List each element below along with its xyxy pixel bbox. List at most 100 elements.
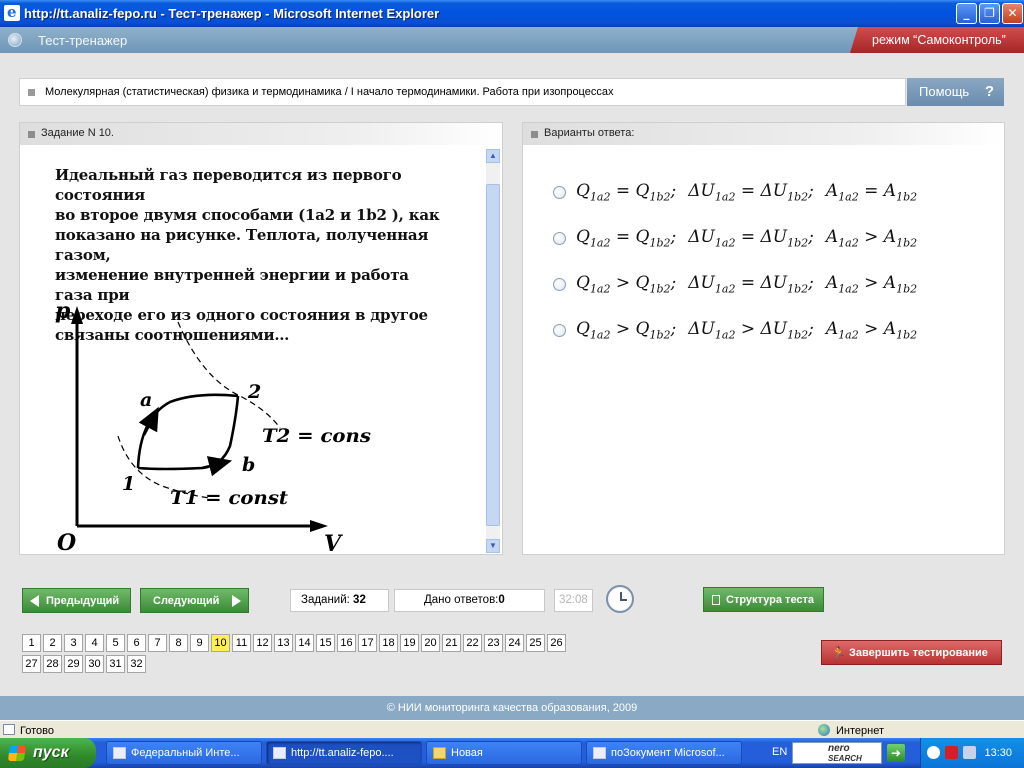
question-number-button[interactable]: 1 bbox=[22, 634, 41, 652]
question-number-button[interactable]: 32 bbox=[127, 655, 146, 673]
path-a-arrow bbox=[138, 406, 159, 436]
minimize-button[interactable]: _ bbox=[956, 3, 977, 24]
question-number-button[interactable]: 28 bbox=[43, 655, 62, 673]
search-go-button[interactable]: ➜ bbox=[887, 744, 905, 762]
back-icon[interactable] bbox=[927, 746, 940, 759]
next-button[interactable]: Следующий bbox=[140, 588, 249, 613]
question-number-button[interactable]: 10 bbox=[211, 634, 230, 652]
path-b-arrow bbox=[201, 456, 233, 477]
question-number-button[interactable]: 3 bbox=[64, 634, 83, 652]
scroll-up-icon[interactable]: ▲ bbox=[486, 149, 500, 163]
question-number-button[interactable]: 5 bbox=[106, 634, 125, 652]
app-header: Тест-тренажер режим “Самоконтроль” bbox=[0, 27, 1024, 53]
status-text: Готово bbox=[20, 725, 54, 737]
question-number-button[interactable]: 7 bbox=[148, 634, 167, 652]
question-number-button[interactable]: 18 bbox=[379, 634, 398, 652]
question-line: во второе двумя способами (1a2 и 1b2 ), … bbox=[55, 206, 440, 224]
question-number-button[interactable]: 27 bbox=[22, 655, 41, 673]
v-axis-label: V bbox=[324, 531, 343, 557]
answer-radio[interactable] bbox=[553, 278, 566, 291]
question-number-button[interactable]: 25 bbox=[526, 634, 545, 652]
question-number-button[interactable]: 26 bbox=[547, 634, 566, 652]
answered-count-box: Дано ответов:0 bbox=[394, 589, 545, 612]
answer-radio[interactable] bbox=[553, 186, 566, 199]
maximize-button[interactable]: ❐ bbox=[979, 3, 1000, 24]
question-panel: Задание N 10. Идеальный газ переводится … bbox=[19, 122, 503, 557]
question-number-button[interactable]: 4 bbox=[85, 634, 104, 652]
bullet-icon bbox=[28, 131, 35, 138]
finish-test-button[interactable]: 🏃 Завершить тестирование bbox=[821, 640, 1002, 665]
answer-radio[interactable] bbox=[553, 324, 566, 337]
list-icon bbox=[712, 595, 720, 605]
antivirus-icon[interactable] bbox=[945, 746, 958, 759]
answers-header: Варианты ответа: bbox=[544, 127, 635, 139]
help-button[interactable]: Помощь ? bbox=[907, 78, 1004, 106]
question-number-button[interactable]: 31 bbox=[106, 655, 125, 673]
ie-icon bbox=[113, 747, 126, 759]
app-title: Тест-тренажер bbox=[38, 33, 128, 48]
close-button[interactable]: ✕ bbox=[1002, 3, 1023, 24]
origin-label: O bbox=[57, 530, 76, 556]
taskbar-item-label: Новая bbox=[451, 747, 483, 759]
taskbar-item[interactable]: Новая bbox=[426, 741, 582, 765]
language-indicator[interactable]: EN bbox=[772, 746, 787, 758]
globe-icon bbox=[818, 724, 830, 736]
question-number-button[interactable]: 24 bbox=[505, 634, 524, 652]
bullet-icon bbox=[531, 131, 538, 138]
question-number-button[interactable]: 11 bbox=[232, 634, 251, 652]
tasks-value: 32 bbox=[353, 594, 366, 606]
question-number-button[interactable]: 2 bbox=[43, 634, 62, 652]
taskbar-item-label: поЗокумент Microsof... bbox=[611, 747, 725, 759]
question-number-button[interactable]: 16 bbox=[337, 634, 356, 652]
question-number-button[interactable]: 12 bbox=[253, 634, 272, 652]
ie-icon bbox=[273, 747, 286, 759]
question-scrollbar[interactable]: ▲ ▼ bbox=[486, 149, 500, 553]
taskbar-item-active[interactable]: http://tt.analiz-fepo.... bbox=[266, 741, 422, 765]
question-number-button[interactable]: 15 bbox=[316, 634, 335, 652]
taskbar-item[interactable]: поЗокумент Microsof... bbox=[586, 741, 742, 765]
answer-radio[interactable] bbox=[553, 232, 566, 245]
network-icon[interactable] bbox=[963, 746, 976, 759]
path-a-label: a bbox=[140, 389, 152, 411]
scroll-down-icon[interactable]: ▼ bbox=[486, 539, 500, 553]
pv-diagram: p V O a b 1 2 T2 = const T1 = const bbox=[55, 298, 372, 557]
word-icon bbox=[593, 747, 606, 759]
question-number-button[interactable]: 30 bbox=[85, 655, 104, 673]
question-number-button[interactable]: 29 bbox=[64, 655, 83, 673]
question-number-button[interactable]: 20 bbox=[421, 634, 440, 652]
answer-formula: Q1a2 > Q1b2; ΔU1a2 > ΔU1b2; A1a2 > A1b2 bbox=[576, 319, 918, 342]
breadcrumb: Молекулярная (статистическая) физика и т… bbox=[19, 78, 906, 106]
start-label: пуск bbox=[33, 744, 69, 761]
system-tray: 13:30 bbox=[920, 738, 1024, 768]
browser-titlebar: http://tt.analiz-fepo.ru - Тест-тренажер… bbox=[0, 0, 1024, 27]
question-number-button[interactable]: 9 bbox=[190, 634, 209, 652]
question-number-button[interactable]: 19 bbox=[400, 634, 419, 652]
isotherm-t1-label: T1 = const bbox=[170, 487, 288, 509]
p-axis-label: p bbox=[55, 298, 71, 324]
p-axis-arrow bbox=[71, 306, 83, 324]
previous-button[interactable]: Предыдущий bbox=[22, 588, 131, 613]
path-b-label: b bbox=[242, 454, 255, 476]
question-number-button[interactable]: 23 bbox=[484, 634, 503, 652]
finish-label: Завершить тестирование bbox=[849, 647, 988, 659]
question-number-button[interactable]: 6 bbox=[127, 634, 146, 652]
start-button[interactable]: пуск bbox=[0, 738, 96, 768]
nero-search-box[interactable]: nero SEARCH bbox=[792, 742, 882, 764]
question-line: Идеальный газ переводится из первого сос… bbox=[55, 166, 402, 204]
nero-brand: nero bbox=[828, 743, 850, 754]
bullet-icon bbox=[28, 89, 35, 96]
scroll-thumb[interactable] bbox=[486, 184, 500, 526]
page-icon bbox=[3, 724, 15, 735]
point-1-label: 1 bbox=[122, 473, 135, 495]
windows-logo-icon bbox=[7, 745, 27, 761]
tasks-label: Заданий: bbox=[301, 594, 350, 606]
question-number-button[interactable]: 8 bbox=[169, 634, 188, 652]
ie-icon bbox=[4, 3, 20, 21]
question-number-button[interactable]: 22 bbox=[463, 634, 482, 652]
question-number-button[interactable]: 14 bbox=[295, 634, 314, 652]
question-number-button[interactable]: 13 bbox=[274, 634, 293, 652]
question-number-button[interactable]: 17 bbox=[358, 634, 377, 652]
question-number-button[interactable]: 21 bbox=[442, 634, 461, 652]
taskbar-item[interactable]: Федеральный Инте... bbox=[106, 741, 262, 765]
test-structure-button[interactable]: Структура теста bbox=[703, 587, 824, 612]
